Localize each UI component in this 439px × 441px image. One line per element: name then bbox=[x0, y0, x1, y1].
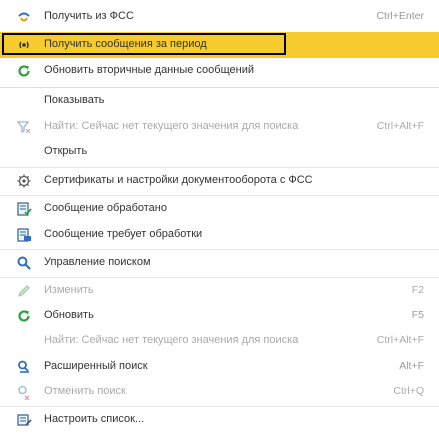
menu-item-certificates-settings[interactable]: Сертификаты и настройки документооборота… bbox=[0, 168, 439, 194]
refresh-icon bbox=[16, 63, 32, 79]
menu-item-find-current-value-2[interactable]: Найти: Сейчас нет текущего значения для … bbox=[0, 328, 439, 354]
menu-item-receive-messages-for-period[interactable]: Получить сообщения за период bbox=[0, 32, 439, 58]
cancel-search-icon bbox=[16, 384, 32, 400]
menu-item-label: Сообщение требует обработки bbox=[44, 228, 203, 240]
menu-item-find-current-value[interactable]: Найти: Сейчас нет текущего значения для … bbox=[0, 114, 439, 140]
menu-item-advanced-search[interactable]: Расширенный поиск Alt+F bbox=[0, 354, 439, 380]
menu-item-label: Настроить список... bbox=[44, 413, 145, 425]
menu-item-label: Управление поиском bbox=[44, 256, 151, 268]
menu-item-label: Обновить вторичные данные сообщений bbox=[44, 64, 254, 76]
document-pending-icon bbox=[16, 227, 32, 243]
fss-receive-icon bbox=[16, 9, 32, 25]
menu-item-shortcut: F5 bbox=[411, 309, 424, 321]
menu-item-label: Сертификаты и настройки документооборота… bbox=[44, 174, 313, 186]
list-settings-icon bbox=[16, 412, 32, 428]
menu-item-label: Отменить поиск bbox=[44, 385, 126, 397]
menu-item-shortcut: F2 bbox=[411, 284, 424, 296]
menu-item-message-requires-processing[interactable]: Сообщение требует обработки bbox=[0, 222, 439, 248]
menu-item-shortcut: Ctrl+Enter bbox=[376, 10, 424, 22]
menu-item-label: Получить сообщения за период bbox=[44, 38, 207, 50]
menu-item-open[interactable]: Открыть bbox=[0, 139, 439, 165]
advanced-search-icon bbox=[16, 359, 32, 375]
menu-item-update-secondary-data[interactable]: Обновить вторичные данные сообщений bbox=[0, 58, 439, 84]
menu-item-edit[interactable]: Изменить F2 bbox=[0, 278, 439, 304]
pencil-icon bbox=[16, 283, 32, 299]
menu-item-label: Расширенный поиск bbox=[44, 360, 148, 372]
menu-item-shortcut: Alt+F bbox=[399, 360, 424, 372]
refresh-icon bbox=[16, 308, 32, 324]
menu-item-label: Получить из ФСС bbox=[44, 10, 134, 22]
signal-broadcast-icon bbox=[16, 37, 32, 53]
menu-item-label: Изменить bbox=[44, 284, 94, 296]
menu-item-receive-from-fss[interactable]: Получить из ФСС Ctrl+Enter bbox=[0, 4, 439, 30]
menu-item-refresh[interactable]: Обновить F5 bbox=[0, 303, 439, 329]
menu-item-list-settings[interactable]: Настроить список... bbox=[0, 407, 439, 433]
menu-item-label: Показывать bbox=[44, 94, 105, 106]
menu-item-shortcut: Ctrl+Alt+F bbox=[376, 334, 424, 346]
menu-item-search-management[interactable]: Управление поиском bbox=[0, 250, 439, 276]
gear-icon bbox=[16, 173, 32, 189]
menu-item-show[interactable]: Показывать bbox=[0, 88, 439, 114]
menu-item-label: Найти: Сейчас нет текущего значения для … bbox=[44, 120, 299, 132]
menu-item-shortcut: Ctrl+Q bbox=[393, 385, 424, 397]
context-menu: Получить из ФСС Ctrl+Enter Получить сооб… bbox=[0, 0, 439, 441]
menu-item-shortcut: Ctrl+Alt+F bbox=[376, 120, 424, 132]
menu-item-label: Обновить bbox=[44, 309, 94, 321]
menu-item-label: Найти: Сейчас нет текущего значения для … bbox=[44, 334, 299, 346]
menu-item-label: Открыть bbox=[44, 145, 88, 157]
filter-icon bbox=[16, 119, 32, 135]
menu-item-label: Сообщение обработано bbox=[44, 202, 167, 214]
menu-item-cancel-search[interactable]: Отменить поиск Ctrl+Q bbox=[0, 379, 439, 405]
menu-item-message-processed[interactable]: Сообщение обработано bbox=[0, 196, 439, 222]
document-processed-icon bbox=[16, 201, 32, 217]
search-icon bbox=[16, 255, 32, 271]
